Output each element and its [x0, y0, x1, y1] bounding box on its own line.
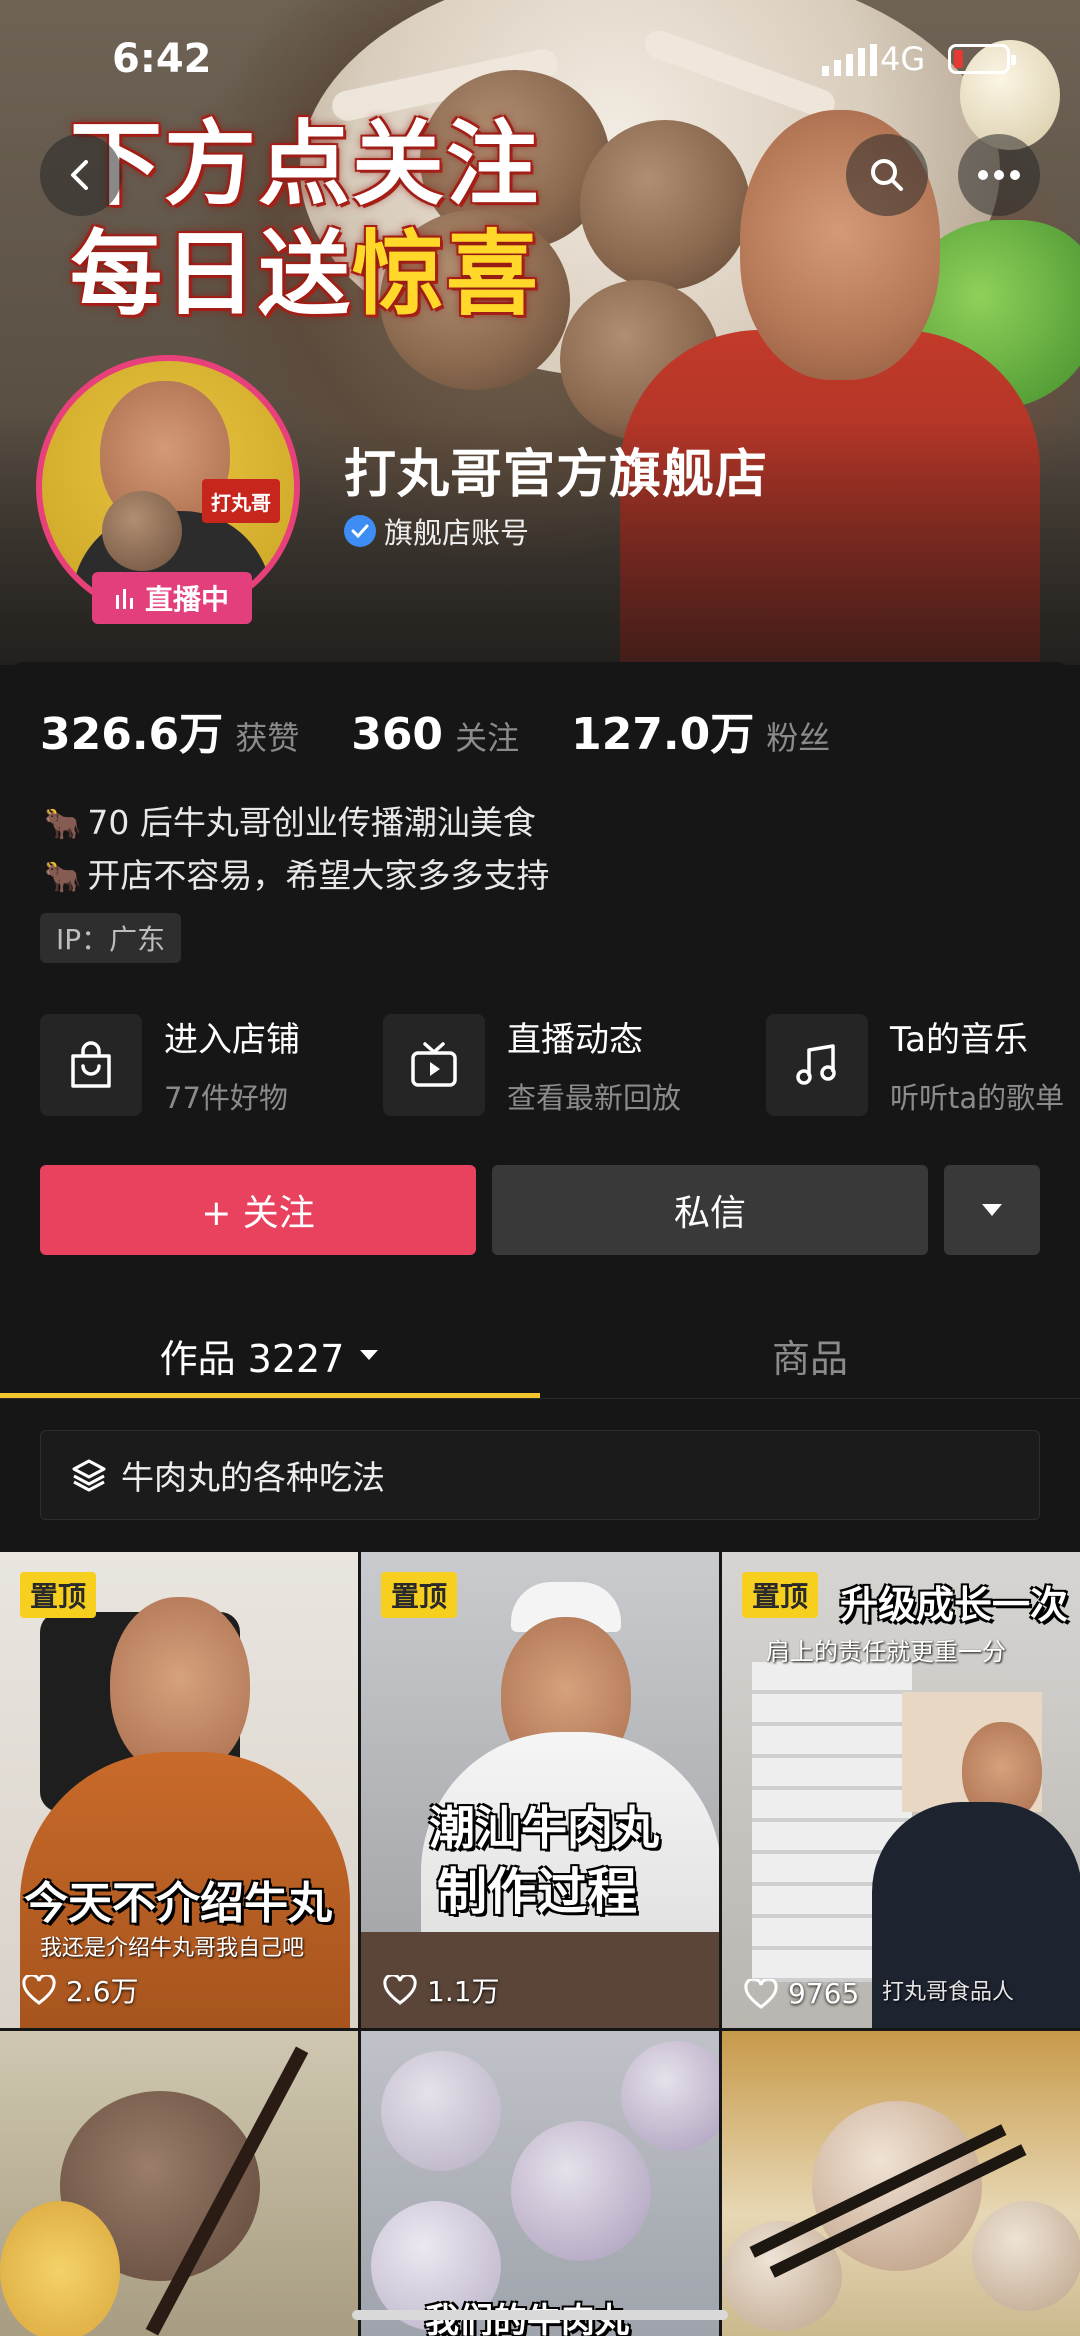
cow-emoji-icon: 🐂	[44, 860, 82, 895]
back-button[interactable]	[40, 134, 122, 216]
tile-caption-line2: 制作过程	[437, 1863, 637, 1921]
follow-button[interactable]: + 关注	[40, 1165, 476, 1255]
tile-likes-count: 2.6万	[66, 1975, 139, 2008]
feature-shop-title: 进入店铺	[164, 1020, 300, 1060]
triangle-down-icon	[982, 1204, 1002, 1216]
feature-live-title: 直播动态	[507, 1020, 643, 1060]
bio-text-2: 开店不容易，希望大家多多支持	[87, 856, 550, 895]
avatar-logo: 打丸哥	[202, 479, 280, 523]
tile-subcaption: 我还是介绍牛丸哥我自己吧	[40, 1936, 305, 1961]
tab-goods[interactable]: 商品	[540, 1315, 1080, 1395]
tile-meatball	[621, 2041, 719, 2151]
tile-likes-count: 9765	[788, 1977, 860, 2010]
following-label: 关注	[455, 719, 520, 757]
video-tile[interactable]	[0, 2031, 358, 2336]
followers-label: 粉丝	[766, 719, 831, 757]
video-tile[interactable]: 置顶 今天不介绍牛丸 我还是介绍牛丸哥我自己吧 2.6万	[0, 1552, 358, 2028]
feature-live-replay[interactable]: 直播动态 查看最新回放	[383, 1012, 681, 1117]
banner-headline: 下方点关注 每日送惊喜	[70, 110, 630, 330]
banner-headline-line2: 每日送惊喜	[70, 220, 630, 330]
message-button[interactable]: 私信	[492, 1165, 928, 1255]
shopping-bag-icon	[40, 1013, 142, 1116]
live-badge[interactable]: 直播中	[92, 572, 252, 624]
bio-text-1: 70 后牛丸哥创业传播潮汕美食	[87, 803, 536, 842]
tab-works-label: 作品 3227	[159, 1336, 345, 1381]
ip-location-tag: IP：广东	[40, 913, 182, 963]
following-count[interactable]: 360	[351, 709, 443, 760]
triangle-down-icon	[360, 1350, 379, 1360]
feature-music-title: Ta的音乐	[890, 1020, 1028, 1060]
verified-check-icon	[344, 515, 376, 547]
tile-caption: 今天不介绍牛丸	[24, 1878, 332, 1929]
verified-label: 旗舰店账号	[384, 516, 530, 550]
avatar-meatball	[102, 491, 182, 571]
tile-caption-line2: 肩上的责任就更重一分	[766, 1638, 1006, 1666]
signal-icon	[822, 44, 877, 76]
video-tile[interactable]: 升级成长一次 肩上的责任就更重一分 置顶 打丸哥食品人 9765	[722, 1552, 1080, 2028]
tab-works[interactable]: 作品 3227	[0, 1315, 540, 1395]
tile-corn	[0, 2201, 120, 2336]
tv-icon	[383, 1013, 485, 1116]
feature-shop-subtitle: 77件好物	[164, 1081, 288, 1115]
tile-watermark: 打丸哥食品人	[882, 1980, 1015, 2005]
banner-headline-white: 每日送	[70, 221, 353, 328]
music-note-icon	[766, 1013, 868, 1116]
banner-headline-line1: 下方点关注	[70, 111, 541, 218]
collection-entry[interactable]: 牛肉丸的各种吃法	[40, 1430, 1040, 1520]
likes-label: 获赞	[235, 719, 300, 757]
tile-meatball	[511, 2121, 651, 2261]
home-indicator[interactable]	[352, 2310, 728, 2320]
bio-line-1: 🐂 70 后牛丸哥创业传播潮汕美食	[44, 796, 536, 844]
search-icon	[871, 159, 903, 191]
cow-emoji-icon: 🐂	[44, 807, 82, 842]
bio-line-2: 🐂 开店不容易，希望大家多多支持	[44, 849, 549, 897]
layers-icon	[72, 1459, 106, 1492]
tile-caption-line1: 潮汕牛肉丸	[429, 1801, 659, 1855]
feature-live-subtitle: 查看最新回放	[507, 1081, 682, 1115]
network-type: 4G	[880, 40, 926, 78]
tab-divider	[0, 1398, 1080, 1399]
likes-count[interactable]: 326.6万	[40, 698, 223, 762]
tile-person-head	[110, 1597, 250, 1777]
feature-music[interactable]: Ta的音乐 听听ta的歌单	[766, 1012, 1064, 1117]
collection-title: 牛肉丸的各种吃法	[121, 1458, 385, 1497]
status-time: 6:42	[112, 36, 212, 82]
pinned-badge: 置顶	[20, 1572, 97, 1618]
tile-meatball	[381, 2051, 501, 2171]
live-label: 直播中	[144, 583, 229, 616]
heart-icon	[383, 1975, 417, 2005]
profile-name: 打丸哥官方旗舰店	[344, 445, 769, 505]
video-tile[interactable]	[722, 2031, 1080, 2336]
tile-likes-count: 1.1万	[427, 1975, 500, 2008]
tile-caption-line1: 升级成长一次	[840, 1583, 1069, 1627]
back-arrow-icon	[71, 160, 88, 190]
video-tile[interactable]: 我们的牛肉丸	[361, 2031, 719, 2336]
feature-shop[interactable]: 进入店铺 77件好物	[40, 1012, 300, 1117]
heart-icon	[744, 1978, 778, 2009]
heart-icon	[22, 1975, 56, 2005]
video-tile[interactable]: 置顶 潮汕牛肉丸 制作过程 1.1万	[361, 1552, 719, 2028]
pinned-badge: 置顶	[742, 1572, 819, 1618]
battery-icon	[948, 44, 1016, 74]
verified-row: 旗舰店账号	[344, 510, 529, 552]
tile-likes: 2.6万	[22, 1970, 139, 2010]
stats-row: 326.6万 获赞 360 关注 127.0万 粉丝	[40, 698, 882, 762]
more-dots-icon	[978, 170, 1020, 180]
recommend-dropdown-button[interactable]	[944, 1165, 1040, 1255]
banner-headline-yellow: 惊喜	[352, 221, 541, 328]
more-options-button[interactable]	[958, 134, 1040, 216]
tile-likes: 9765	[744, 1977, 859, 2010]
followers-count[interactable]: 127.0万	[571, 698, 754, 762]
live-bars-icon	[115, 589, 133, 609]
feature-music-subtitle: 听听ta的歌单	[890, 1081, 1065, 1115]
tile-likes: 1.1万	[383, 1970, 500, 2010]
tile-meatball	[972, 2201, 1080, 2311]
search-button[interactable]	[846, 134, 928, 216]
pinned-badge: 置顶	[381, 1572, 458, 1618]
